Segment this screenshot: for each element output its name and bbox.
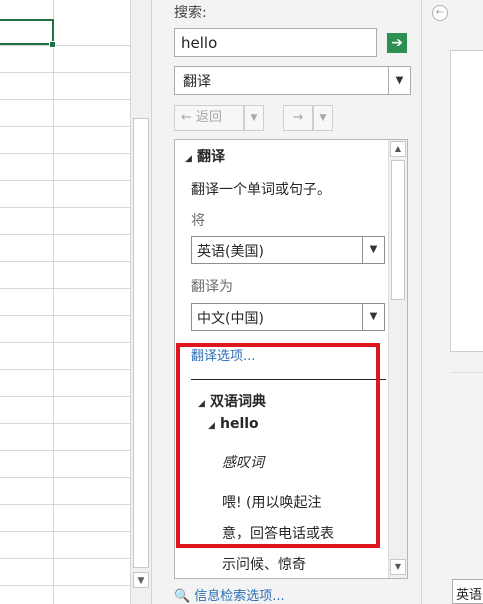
dictionary-word-header[interactable]: ◢ hello (208, 416, 259, 432)
chevron-down-icon[interactable]: ▼ (362, 237, 384, 263)
row-gridline (0, 504, 130, 505)
service-select-value: 翻译 (183, 74, 211, 90)
row-gridline (0, 288, 130, 289)
row-gridline (0, 342, 130, 343)
selected-cell[interactable] (0, 19, 54, 45)
row-gridline (0, 72, 130, 73)
row-gridline (0, 180, 130, 181)
sheet-scroll-down-icon[interactable]: ▼ (133, 572, 149, 588)
definition-line: 喂! (用以唤起注 (222, 495, 322, 511)
section-divider (191, 379, 386, 380)
search-label: 搜索: (174, 5, 207, 21)
start-search-button[interactable]: ➔ (387, 33, 407, 53)
chevron-down-icon: ▼ (319, 113, 327, 123)
right-divider (450, 372, 483, 373)
research-options-link[interactable]: 🔍 信息检索选项... (174, 585, 285, 604)
collapse-triangle-icon: ◢ (208, 421, 215, 431)
right-content-panel (450, 50, 483, 352)
row-gridline (0, 126, 130, 127)
translate-description: 翻译一个单词或句子。 (191, 182, 331, 198)
row-gridline (0, 396, 130, 397)
definition-line: 意，回答电话或表 (222, 526, 334, 542)
row-gridline (0, 234, 130, 235)
row-gridline (0, 450, 130, 451)
row-gridline (0, 261, 130, 262)
to-language-label: 翻译为 (191, 279, 233, 295)
arrow-left-icon: ← (181, 110, 192, 125)
forward-dropdown-button[interactable]: ▼ (313, 105, 333, 131)
forward-button[interactable]: → (283, 105, 313, 131)
collapse-triangle-icon: ◢ (198, 399, 205, 409)
back-dropdown-button[interactable]: ▼ (244, 105, 264, 131)
to-language-value: 中文(中国) (197, 311, 264, 327)
sheet-vertical-scrollbar[interactable]: ▼ (130, 0, 152, 604)
collapse-triangle-icon: ◢ (185, 154, 192, 164)
chevron-down-icon[interactable]: ▼ (388, 67, 410, 94)
row-gridline (0, 315, 130, 316)
chevron-down-icon[interactable]: ▼ (362, 304, 384, 330)
circle-back-icon[interactable]: ← (432, 5, 448, 21)
column-gridline (53, 0, 54, 604)
arrow-right-icon: ➔ (391, 35, 403, 51)
research-pane: 搜索: ➔ 翻译 ▼ ← 返回 ▼ → ▼ ◢翻译 翻译一个单词或句子。 将 英… (153, 0, 421, 604)
right-language-select[interactable]: 英语 (452, 579, 483, 604)
row-gridline (0, 558, 130, 559)
sheet-scroll-thumb[interactable] (133, 118, 149, 568)
scroll-up-icon[interactable]: ▲ (390, 141, 406, 157)
back-button[interactable]: ← 返回 (174, 105, 244, 131)
row-gridline (0, 585, 130, 586)
from-language-label: 将 (191, 213, 205, 229)
fill-handle[interactable] (49, 41, 56, 48)
row-gridline (0, 153, 130, 154)
definition-line: 示问候、惊奇 (222, 557, 306, 573)
arrow-right-icon: → (292, 110, 304, 125)
row-gridline (0, 477, 130, 478)
row-gridline (0, 207, 130, 208)
back-button-label: 返回 (196, 110, 223, 125)
dictionary-section-header[interactable]: ◢ 双语词典 (198, 391, 266, 411)
right-panel: ← 英语 (421, 0, 483, 604)
results-scrollbar[interactable]: ▲ ▼ (388, 140, 407, 578)
to-language-select[interactable]: 中文(中国) ▼ (191, 303, 385, 331)
part-of-speech: 感叹词 (222, 455, 264, 471)
search-input[interactable] (174, 28, 377, 57)
chevron-down-icon: ▼ (250, 113, 258, 123)
row-gridline (0, 423, 130, 424)
row-gridline (0, 531, 130, 532)
translation-options-link[interactable]: 翻译选项... (191, 345, 255, 364)
row-gridline (0, 369, 130, 370)
research-book-icon: 🔍 (174, 589, 191, 604)
scroll-down-icon[interactable]: ▼ (390, 559, 406, 575)
spreadsheet-grid[interactable] (0, 0, 130, 604)
row-gridline (0, 99, 130, 100)
row-gridline (0, 45, 130, 46)
service-select[interactable]: 翻译 ▼ (174, 66, 411, 95)
results-scroll-thumb[interactable] (391, 160, 405, 300)
from-language-select[interactable]: 英语(美国) ▼ (191, 236, 385, 264)
results-panel[interactable]: ◢ 翻译 翻译一个单词或句子。 将 英语(美国) ▼ 翻译为 中文(中国) ▼ 翻… (174, 139, 408, 579)
from-language-value: 英语(美国) (197, 244, 264, 260)
translate-section-header[interactable]: ◢ 翻译 (185, 146, 225, 166)
